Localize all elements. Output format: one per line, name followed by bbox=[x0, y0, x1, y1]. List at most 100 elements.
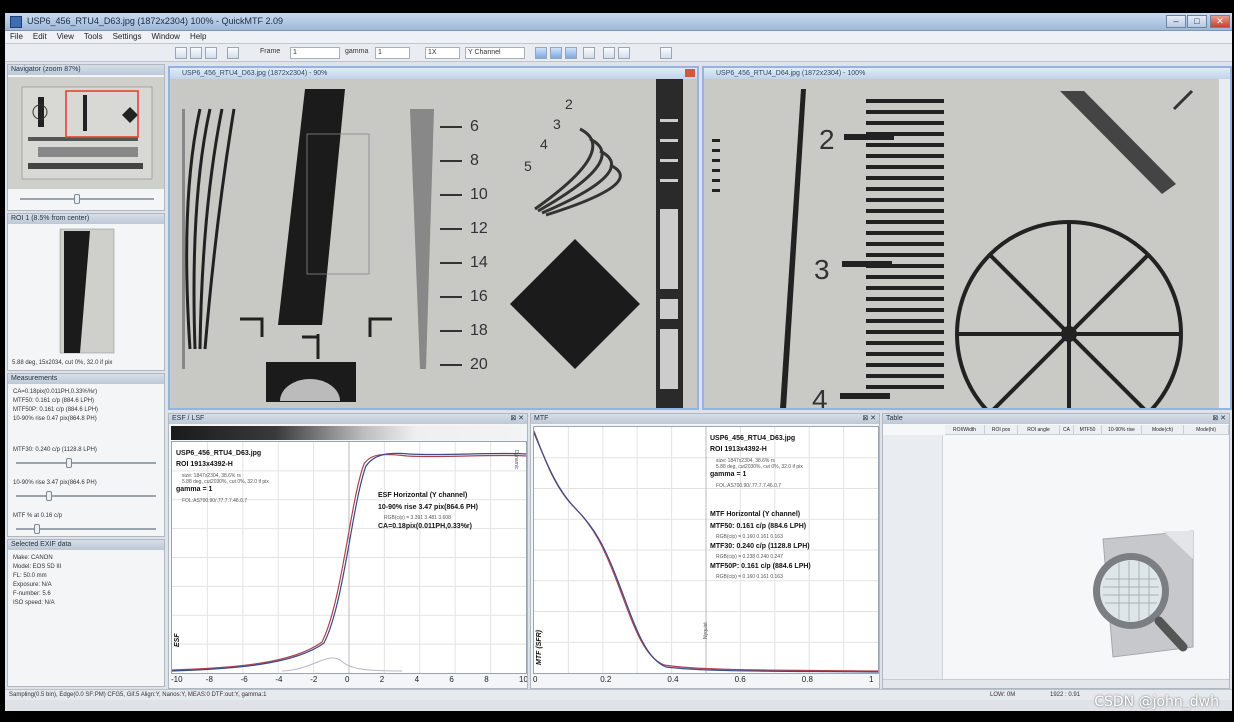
menu-tools[interactable]: Tools bbox=[79, 31, 108, 42]
undo-icon[interactable] bbox=[603, 47, 615, 59]
esf-x-tick: 8 bbox=[484, 675, 489, 684]
navigator-thumbnail[interactable] bbox=[8, 77, 164, 189]
redo-icon[interactable] bbox=[618, 47, 630, 59]
scale-label: 18 bbox=[470, 322, 488, 339]
print-icon[interactable] bbox=[227, 47, 239, 59]
scale-label: 3 bbox=[814, 254, 830, 285]
esf-x-tick: 4 bbox=[414, 675, 420, 684]
table-col-header[interactable]: ROI/Width bbox=[945, 425, 985, 435]
measure-icon[interactable] bbox=[565, 47, 577, 59]
mtf-at-slider-thumb[interactable] bbox=[34, 524, 40, 534]
esf-info-small2: FOL:AS700.90/.77.7.7.46.0.7 bbox=[182, 498, 248, 504]
status-right-1: LOW: 0M bbox=[990, 692, 1016, 698]
esf-x-tick: -6 bbox=[240, 675, 248, 684]
minimize-button[interactable]: – bbox=[1166, 15, 1186, 28]
arrow-icon[interactable] bbox=[660, 47, 672, 59]
mtf-info-small2: FOL:AS700.90/.77.7.7.46.0.7 bbox=[716, 483, 782, 489]
menu-window[interactable]: Window bbox=[146, 31, 184, 42]
table-col-header[interactable]: CA bbox=[1060, 425, 1074, 435]
exif-line: Make: CANON bbox=[13, 555, 53, 561]
esf-side-label: Dynamic bbox=[513, 450, 519, 470]
mtf-gamma-label: gamma = 1 bbox=[710, 471, 747, 478]
frame-select[interactable]: 1 bbox=[290, 47, 340, 59]
status-bar: Sampling(0.5 bin), Edge(0.0 SF:PM) CFG5,… bbox=[5, 689, 1232, 700]
esf-x-tick: -10 bbox=[171, 675, 183, 684]
esf-x-tick: -2 bbox=[310, 675, 318, 684]
status-text: Sampling(0.5 bin), Edge(0.0 SF:PM) CFG5,… bbox=[9, 692, 267, 698]
roi-preview bbox=[59, 228, 115, 354]
esf-gamma-label: gamma = 1 bbox=[176, 486, 213, 493]
title-bar: USP6_456_RTU4_D63.jpg (1872x2304) 100% -… bbox=[5, 13, 1232, 31]
application-window: USP6_456_RTU4_D63.jpg (1872x2304) 100% -… bbox=[5, 13, 1232, 711]
open-icon[interactable] bbox=[175, 47, 187, 59]
magnifier-icon bbox=[1093, 530, 1194, 658]
table-col-header[interactable]: Mode(hi) bbox=[1184, 425, 1229, 435]
scale-label: 2 bbox=[819, 124, 835, 155]
rise-slider-thumb[interactable] bbox=[46, 491, 52, 501]
menu-help[interactable]: Help bbox=[185, 31, 211, 42]
scale-label: 12 bbox=[470, 220, 488, 237]
app-icon bbox=[10, 16, 22, 28]
toolbar: Frame 1 gamma 1 1X Y Channel bbox=[5, 44, 1232, 62]
status-right-2: 1922 : 0.91 bbox=[1050, 692, 1081, 698]
gamma-label: gamma bbox=[345, 48, 369, 55]
measurement-line: 10-90% rise 0.47 pix(864.8 PH) bbox=[13, 416, 97, 422]
esf-gradient-strip bbox=[171, 426, 521, 440]
mtf-x-tick: 0.6 bbox=[734, 675, 746, 684]
menu-settings[interactable]: Settings bbox=[108, 31, 147, 42]
zoom-select[interactable]: 1X bbox=[425, 47, 460, 59]
test-chart-image-left[interactable]: 6 8 10 12 14 16 18 20 2 3 4 5 bbox=[170, 79, 697, 409]
mtf-plot[interactable]: USP6_456_RTU4_D63.jpg ROI 1913x4392-H si… bbox=[533, 426, 879, 674]
play-icon[interactable] bbox=[583, 47, 595, 59]
table-col-header[interactable]: 10-90% rise bbox=[1102, 425, 1142, 435]
image-window-right[interactable]: USP6_456_RTU4_D64.jpg (1872x2304) - 100%… bbox=[702, 66, 1232, 410]
mtf30-slider-label: MTF30: 0.240 c/p (1128.8 LPH) bbox=[13, 447, 97, 453]
mtf50p-label: MTF50P: 0.161 c/p (884.6 LPH) bbox=[710, 563, 811, 570]
esf-rise-small: RGB(c/p) = 3.391 3.481 3.608 bbox=[384, 515, 451, 521]
mtf30-slider[interactable] bbox=[16, 462, 156, 464]
esf-x-tick: 0 bbox=[345, 675, 350, 684]
channel-select[interactable]: Y Channel bbox=[465, 47, 525, 59]
maximize-button[interactable]: □ bbox=[1187, 15, 1207, 28]
rise-slider[interactable] bbox=[16, 495, 156, 497]
menu-view[interactable]: View bbox=[52, 31, 79, 42]
gamma-input[interactable]: 1 bbox=[375, 47, 410, 59]
mtf30-label: MTF30: 0.240 c/p (1128.8 LPH) bbox=[710, 543, 810, 550]
mtf-panel-title: MTF ⊠ ✕ bbox=[531, 414, 879, 424]
exif-line: Exposure: N/A bbox=[13, 582, 52, 588]
copy-icon[interactable] bbox=[205, 47, 217, 59]
navigator-title: Navigator (zoom 87%) bbox=[8, 65, 164, 75]
measurement-line: CA=0.18pix(0.011PH,0.33%%r) bbox=[13, 389, 98, 395]
scale-label: 20 bbox=[470, 356, 488, 373]
esf-heading: ESF Horizontal (Y channel) bbox=[378, 492, 468, 499]
table-row-gutter bbox=[883, 435, 943, 679]
exif-panel: Selected EXIF data Make: CANON Model: EO… bbox=[7, 539, 165, 687]
mtf-at-slider-label: MTF % at 0.16 c/p bbox=[13, 513, 63, 519]
save-icon[interactable] bbox=[190, 47, 202, 59]
navigator-zoom-slider[interactable] bbox=[20, 198, 154, 200]
table-col-header[interactable]: MTF50 bbox=[1074, 425, 1102, 435]
edge-tool-icon[interactable] bbox=[550, 47, 562, 59]
mtf-x-tick: 0 bbox=[533, 675, 538, 684]
navigator-zoom-thumb[interactable] bbox=[74, 194, 80, 204]
close-button[interactable]: ✕ bbox=[1210, 15, 1230, 28]
scale-label: 4 bbox=[812, 384, 828, 409]
scale-label: 10 bbox=[470, 186, 488, 203]
mtf-side-label: Nyquist bbox=[703, 622, 709, 639]
exif-line: ISO speed: N/A bbox=[13, 600, 55, 606]
mtf30-slider-thumb[interactable] bbox=[66, 458, 72, 468]
select-roi-icon[interactable] bbox=[535, 47, 547, 59]
table-col-header[interactable]: ROI pos bbox=[985, 425, 1018, 435]
mtf50-label: MTF50: 0.161 c/p (884.6 LPH) bbox=[710, 523, 807, 530]
measurement-line: MTF50: 0.161 c/p (884.6 LPH) bbox=[13, 398, 95, 404]
table-horizontal-scrollbar[interactable] bbox=[883, 679, 1229, 688]
esf-file-label: USP6_456_RTU4_D63.jpg bbox=[176, 450, 262, 457]
table-col-header[interactable]: Mode(ch) bbox=[1142, 425, 1184, 435]
esf-plot[interactable]: USP6_456_RTU4_D63.jpg ROI 1913x4392-H si… bbox=[171, 441, 527, 674]
menu-file[interactable]: File bbox=[5, 31, 28, 42]
image-window-left[interactable]: USP6_456_RTU4_D63.jpg (1872x2304) - 90% … bbox=[168, 66, 699, 410]
test-chart-image-right[interactable]: 2 3 4 bbox=[704, 79, 1230, 409]
menu-edit[interactable]: Edit bbox=[28, 31, 52, 42]
table-col-header[interactable]: ROI angle bbox=[1018, 425, 1060, 435]
esf-x-tick: 6 bbox=[449, 675, 454, 684]
